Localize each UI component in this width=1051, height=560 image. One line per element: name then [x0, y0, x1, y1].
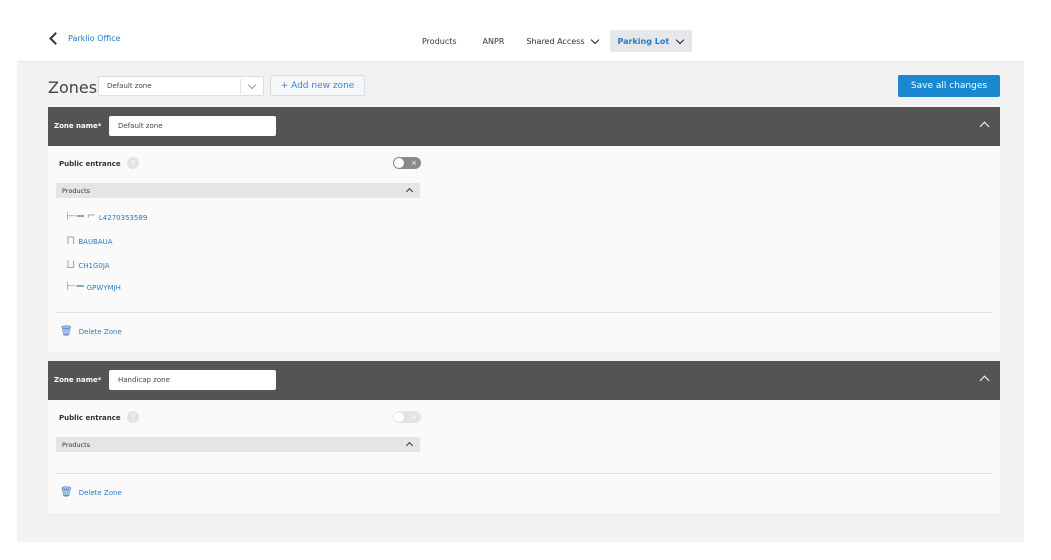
toggle-knob — [394, 412, 404, 422]
zone-select[interactable]: Default zone — [98, 76, 264, 96]
delete-zone-button[interactable]: 🗑 Delete Zone — [60, 487, 122, 498]
main-nav: Products ANPR Shared Access Parking Lot — [415, 30, 693, 52]
product-code: GPWYMJH — [86, 284, 121, 292]
barrier-icon: ⊢━ — [66, 279, 84, 293]
product-item[interactable]: ⊔ CH1G0JA — [66, 258, 110, 270]
nav-products[interactable]: Products — [415, 30, 464, 52]
nav-parking-lot[interactable]: Parking Lot — [610, 30, 693, 52]
close-icon: × — [411, 159, 417, 167]
delete-zone-button[interactable]: 🗑 Delete Zone — [60, 326, 122, 337]
zone-select-value: Default zone — [107, 82, 152, 90]
barrier-icon: ⌐ — [86, 209, 96, 222]
zone-card-header: Zone name* — [48, 107, 1000, 146]
divider — [56, 473, 992, 474]
zone-card-default: Zone name* Public entrance ? × Products … — [48, 107, 1000, 352]
zone-name-label: Zone name* — [54, 122, 102, 130]
back-link[interactable]: Parklio Office — [49, 32, 121, 45]
chevron-down-icon — [675, 35, 685, 44]
nav-anpr-label: ANPR — [482, 36, 505, 46]
chevron-up-icon — [405, 441, 414, 450]
public-entrance-label: Public entrance — [59, 160, 121, 168]
nav-shared-access[interactable]: Shared Access — [519, 30, 607, 52]
chevron-up-icon[interactable] — [979, 375, 990, 386]
trash-icon: 🗑 — [60, 326, 73, 337]
product-item[interactable]: ⊓ BAUBAUA — [66, 234, 113, 246]
zone-card-header: Zone name* — [48, 361, 1000, 400]
lock-icon: ⊔ — [66, 257, 76, 271]
chevron-up-icon[interactable] — [979, 121, 990, 132]
add-zone-button[interactable]: + Add new zone — [270, 75, 365, 96]
back-link-label: Parklio Office — [68, 33, 121, 43]
products-label: Products — [62, 441, 91, 449]
zone-card-handicap: Zone name* Public entrance ? × Products … — [48, 361, 1000, 513]
page-title: Zones — [48, 78, 98, 97]
save-all-button[interactable]: Save all changes — [898, 75, 1000, 97]
public-entrance-label: Public entrance — [59, 414, 121, 422]
nav-parking-lot-label: Parking Lot — [617, 36, 670, 46]
chevron-left-icon — [49, 32, 62, 45]
barrier-icon: ⊢━ — [66, 209, 84, 223]
chevron-down-icon — [591, 35, 600, 44]
nav-products-label: Products — [422, 36, 457, 46]
delete-zone-label: Delete Zone — [78, 488, 122, 497]
zone-name-input[interactable] — [109, 116, 276, 136]
product-item[interactable]: ⊢━ GPWYMJH — [66, 280, 121, 292]
trash-icon: 🗑 — [60, 487, 73, 498]
public-entrance-toggle[interactable]: × — [393, 411, 421, 423]
chevron-up-icon — [405, 187, 414, 196]
help-icon[interactable]: ? — [127, 157, 139, 169]
nav-anpr[interactable]: ANPR — [476, 30, 512, 52]
product-code: CH1G0JA — [78, 262, 110, 270]
product-code: L4270353589 — [98, 214, 148, 222]
product-item[interactable]: ⊢━ ⌐ L4270353589 — [66, 209, 148, 223]
gate-icon: ⊓ — [66, 233, 76, 247]
delete-zone-label: Delete Zone — [78, 327, 122, 336]
nav-shared-access-label: Shared Access — [526, 36, 585, 46]
chevron-down-icon — [247, 80, 257, 90]
zone-name-input[interactable] — [109, 370, 276, 390]
close-icon: × — [411, 413, 417, 421]
help-icon[interactable]: ? — [127, 411, 139, 423]
zone-name-label: Zone name* — [54, 376, 102, 384]
select-divider — [240, 79, 241, 94]
divider — [56, 312, 992, 313]
public-entrance-toggle[interactable]: × — [393, 157, 421, 169]
products-label: Products — [62, 187, 91, 195]
product-code: BAUBAUA — [78, 238, 113, 246]
products-section-header[interactable]: Products — [56, 183, 420, 198]
products-section-header[interactable]: Products — [56, 437, 420, 452]
toggle-knob — [394, 158, 404, 168]
app-frame: Parklio Office Products ANPR Shared Acce… — [17, 22, 1024, 542]
top-navigation-bar: Parklio Office Products ANPR Shared Acce… — [17, 22, 1024, 62]
